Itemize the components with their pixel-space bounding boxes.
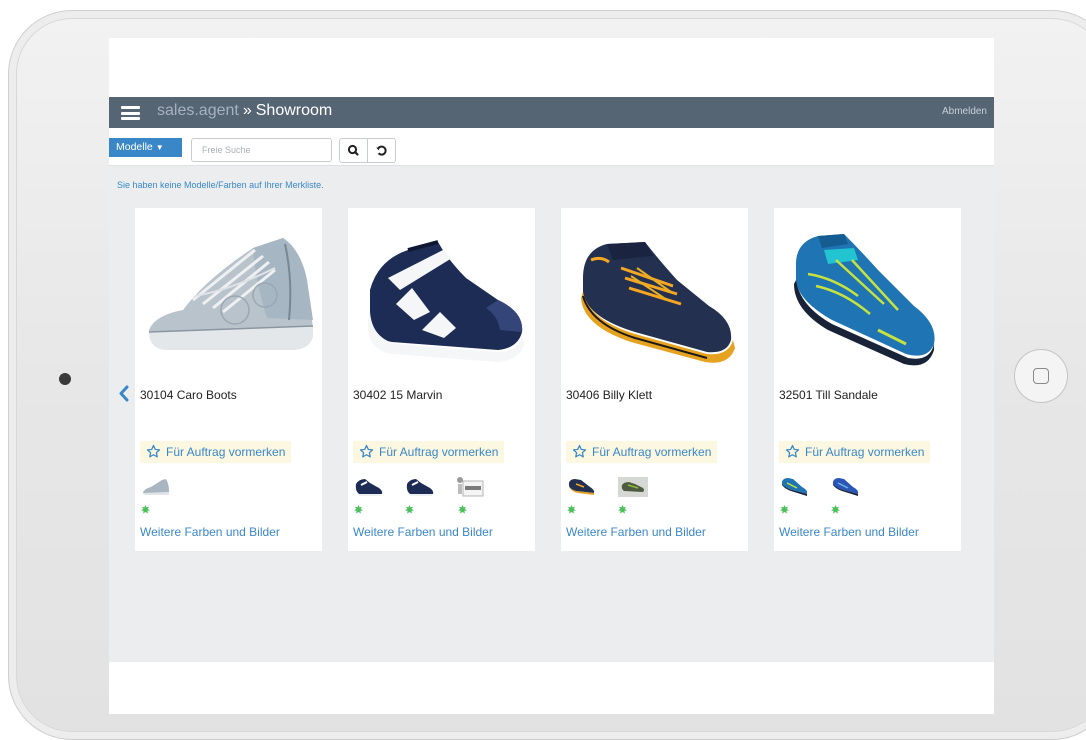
carousel-prev-icon[interactable]: [118, 385, 129, 402]
reserve-for-order-button[interactable]: Für Auftrag vormerken: [353, 441, 505, 463]
breadcrumb-separator: »: [242, 102, 252, 119]
search-icon: [347, 144, 359, 156]
navy-white-sneaker-photo[interactable]: [348, 220, 535, 370]
models-dropdown-button[interactable]: Modelle ▼: [109, 138, 182, 157]
search-button[interactable]: [339, 138, 368, 163]
product-card: 32501 Till Sandale Für Auftrag vormerken…: [774, 208, 961, 551]
status-dot-green: [618, 505, 627, 514]
status-dot-green: [831, 505, 840, 514]
free-search-input[interactable]: [191, 138, 332, 162]
breadcrumb: sales.agent» Showroom: [157, 102, 332, 120]
app-screen: sales.agent»Showroom Abmelden Modelle▼ S…: [109, 38, 994, 714]
more-colors-link[interactable]: Weitere Farben und Bilder: [779, 525, 919, 539]
home-square-icon: [1033, 368, 1049, 384]
top-navbar: sales.agent» Showroom Abmelden: [109, 97, 994, 128]
star-outline-icon: [572, 444, 587, 458]
screen-top-area: [109, 38, 994, 97]
star-outline-icon: [785, 444, 800, 458]
reserve-label: Für Auftrag vormerken: [166, 445, 286, 459]
navy-sneaker-thumbnail[interactable]: [353, 476, 385, 498]
more-colors-link[interactable]: Weitere Farben und Bilder: [353, 525, 493, 539]
blue-sport-sandal-photo[interactable]: [774, 220, 961, 370]
status-dot-green: [141, 505, 150, 514]
screen-bottom-area: [109, 662, 994, 714]
status-dot-green: [780, 505, 789, 514]
product-card: 30402 15 Marvin Für Auftrag vormerken We…: [348, 208, 535, 551]
product-card: 30406 Billy Klett Für Auftrag vormerken …: [561, 208, 748, 551]
more-colors-link[interactable]: Weitere Farben und Bilder: [566, 525, 706, 539]
camera-icon: [59, 373, 71, 385]
home-button[interactable]: [1014, 349, 1068, 403]
reserve-label: Für Auftrag vormerken: [805, 445, 925, 459]
reserve-label: Für Auftrag vormerken: [592, 445, 712, 459]
grey-high-top-sneaker-photo[interactable]: [135, 220, 322, 370]
status-dot-green: [405, 505, 414, 514]
grey-boot-thumbnail[interactable]: [140, 476, 172, 498]
refresh-icon: [376, 145, 387, 156]
status-dot-green: [567, 505, 576, 514]
navy-orange-velcro-sneaker-photo[interactable]: [561, 220, 748, 370]
product-card: 30104 Caro Boots Für Auftrag vormerken W…: [135, 208, 322, 551]
reserve-for-order-button[interactable]: Für Auftrag vormerken: [566, 441, 718, 463]
watchlist-empty-message: Sie haben keine Modelle/Farben auf Ihrer…: [117, 180, 324, 190]
product-title[interactable]: 30402 15 Marvin: [353, 388, 442, 402]
status-dot-green: [458, 505, 467, 514]
star-outline-icon: [359, 444, 374, 458]
navy-sneaker-thumbnail-2[interactable]: [404, 476, 436, 498]
navy-orange-sneaker-thumbnail[interactable]: [566, 476, 598, 498]
blue-sandal-thumbnail-2[interactable]: [830, 476, 862, 498]
reserve-for-order-button[interactable]: Für Auftrag vormerken: [140, 441, 292, 463]
hamburger-menu-icon[interactable]: [121, 106, 140, 120]
product-title[interactable]: 30406 Billy Klett: [566, 388, 652, 402]
blue-sandal-thumbnail[interactable]: [779, 476, 811, 498]
grey-green-sneaker-thumbnail[interactable]: [616, 476, 648, 498]
product-title[interactable]: 30104 Caro Boots: [140, 388, 237, 402]
status-dot-green: [354, 505, 363, 514]
no-image-placeholder[interactable]: [453, 476, 485, 498]
reserve-label: Für Auftrag vormerken: [379, 445, 499, 459]
models-dropdown-label: Modelle: [116, 141, 153, 153]
page-title: Showroom: [255, 102, 333, 119]
caret-down-icon: ▼: [155, 143, 164, 152]
product-title[interactable]: 32501 Till Sandale: [779, 388, 878, 402]
reserve-for-order-button[interactable]: Für Auftrag vormerken: [779, 441, 931, 463]
reset-button[interactable]: [367, 138, 396, 163]
star-outline-icon: [146, 444, 161, 458]
toolbar: Modelle ▼: [109, 128, 994, 166]
logout-link[interactable]: Abmelden: [942, 106, 987, 117]
more-colors-link[interactable]: Weitere Farben und Bilder: [140, 525, 280, 539]
brand-name[interactable]: sales.agent: [157, 102, 239, 119]
